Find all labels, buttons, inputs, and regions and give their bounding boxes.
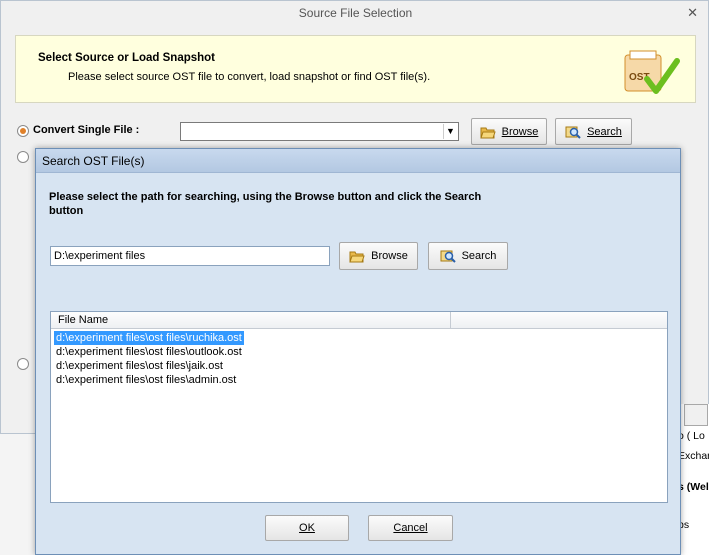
list-item[interactable]: d:\experiment files\ost files\admin.ost	[54, 373, 244, 387]
banner-subtitle: Please select source OST file to convert…	[68, 71, 431, 83]
list-item[interactable]: d:\experiment files\ost files\jaik.ost	[54, 359, 244, 373]
search-ost-dialog: Search OST File(s) Please select the pat…	[35, 148, 681, 555]
list-item[interactable]: d:\experiment files\ost files\outlook.os…	[54, 345, 244, 359]
close-icon[interactable]: ✕	[687, 5, 698, 21]
outer-browse-button[interactable]: Browse	[471, 118, 547, 145]
background-text-1: o ( Lo	[678, 430, 705, 442]
background-text-3: s (Wel	[678, 481, 709, 493]
ok-button[interactable]: OK	[265, 515, 349, 541]
outer-search-label: Search	[587, 125, 622, 138]
outer-browse-label: Browse	[501, 125, 539, 138]
ost-checkmark-icon: OST	[624, 50, 680, 94]
file-list[interactable]: File Name d:\experiment files\ost files\…	[50, 311, 668, 503]
folder-open-icon	[349, 251, 365, 263]
outer-search-button[interactable]: Search	[555, 118, 632, 145]
convert-single-file-label: Convert Single File :	[33, 124, 140, 136]
magnifier-icon	[440, 250, 456, 263]
search-path-input[interactable]: D:\experiment files	[50, 246, 330, 266]
option-radio-2[interactable]	[17, 151, 29, 163]
window-title: Source File Selection	[298, 6, 413, 20]
partial-button[interactable]	[684, 404, 708, 426]
cancel-label: Cancel	[393, 522, 428, 534]
source-file-combo[interactable]: ▼	[180, 122, 459, 141]
file-rows: d:\experiment files\ost files\ruchika.os…	[54, 331, 244, 387]
dialog-browse-button[interactable]: Browse	[339, 242, 418, 270]
ok-label: OK	[299, 522, 315, 534]
cancel-button[interactable]: Cancel	[368, 515, 453, 541]
dialog-search-label: Search	[461, 250, 497, 262]
banner-title: Select Source or Load Snapshot	[38, 52, 216, 64]
folder-open-icon	[479, 127, 496, 138]
column-header-file-name[interactable]: File Name	[51, 312, 451, 329]
chevron-down-icon[interactable]: ▼	[443, 124, 457, 139]
magnifier-icon	[565, 126, 581, 139]
dialog-title: Search OST File(s)	[36, 149, 680, 173]
header-banner: Select Source or Load Snapshot Please se…	[15, 35, 696, 103]
list-header: File Name	[51, 312, 667, 329]
dialog-instruction: Please select the path for searching, us…	[49, 191, 482, 217]
dialog-search-button[interactable]: Search	[428, 242, 508, 270]
background-text-2: Exchar	[678, 450, 709, 462]
dialog-browse-label: Browse	[371, 250, 408, 262]
list-item[interactable]: d:\experiment files\ost files\ruchika.os…	[54, 331, 244, 345]
convert-single-file-radio[interactable]	[17, 125, 29, 137]
option-radio-3[interactable]	[17, 358, 29, 370]
